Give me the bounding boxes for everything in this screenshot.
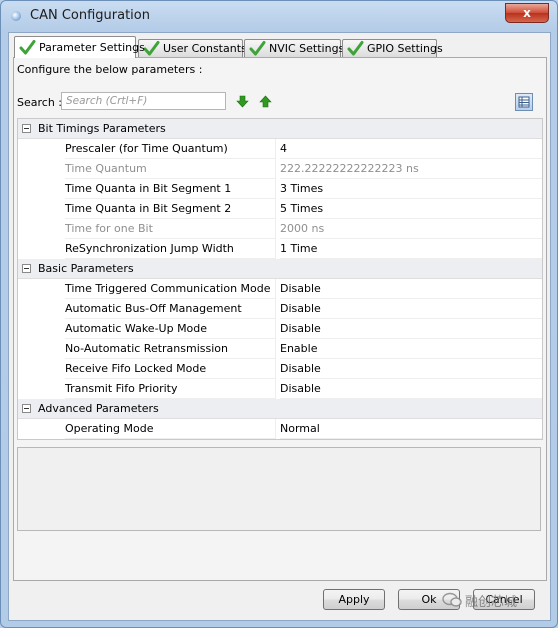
param-row[interactable]: Prescaler (for Time Quantum) 4 [18,139,542,159]
param-row[interactable]: Receive Fifo Locked Mode Disable [18,359,542,379]
tab-label: NVIC Settings [269,42,345,55]
param-name: Receive Fifo Locked Mode [65,359,276,379]
can-configuration-window: CAN Configuration x Parameter Settings U… [0,0,558,628]
search-label: Search : [17,96,62,109]
parameter-settings-panel: Configure the below parameters : Search … [13,57,547,581]
collapse-icon[interactable] [22,264,31,273]
param-name: Automatic Bus-Off Management [65,299,276,319]
chat-bubble-icon [442,592,462,607]
check-icon [347,41,364,56]
param-row[interactable]: Transmit Fifo Priority Disable [18,379,542,399]
param-row[interactable]: Operating Mode Normal [18,419,542,439]
tab-parameter-settings[interactable]: Parameter Settings [14,36,145,58]
close-icon: x [523,6,531,20]
param-name: Transmit Fifo Priority [65,379,276,399]
group-advanced-parameters[interactable]: Advanced Parameters [18,399,542,419]
tab-gpio-settings[interactable]: GPIO Settings [342,39,443,57]
show-table-toggle-button[interactable] [515,93,533,111]
group-label: Advanced Parameters [38,402,159,415]
search-input[interactable] [61,92,226,110]
table-view-icon [518,96,530,108]
param-row[interactable]: Time Quanta in Bit Segment 25 Times [18,199,542,219]
group-bit-timings-parameters[interactable]: Bit Timings Parameters [18,119,542,139]
param-name: Time for one Bit [65,219,276,239]
title-bar[interactable]: CAN Configuration x [1,1,557,31]
app-icon [11,11,21,21]
apply-button[interactable]: Apply [323,589,385,610]
param-value[interactable]: Disable [280,319,542,339]
check-icon [19,40,36,55]
tab-label: User Constants [163,42,247,55]
param-value[interactable]: Disable [280,379,542,399]
check-icon [249,41,266,56]
param-value[interactable]: 4 [280,139,542,159]
close-button[interactable]: x [505,3,549,23]
window-title: CAN Configuration [30,8,150,23]
param-row: Time Quantum 222.22222222222223 ns [18,159,542,179]
tab-user-constants[interactable]: User Constants [138,39,247,57]
check-icon [143,41,160,56]
tab-label: Parameter Settings [39,41,145,54]
param-value[interactable]: 5 Times [280,199,542,219]
param-value[interactable]: Enable [280,339,542,359]
param-value[interactable]: Disable [280,359,542,379]
collapse-icon[interactable] [22,124,31,133]
collapse-icon[interactable] [22,404,31,413]
tab-nvic-settings[interactable]: NVIC Settings [244,39,345,57]
param-value: 222.22222222222223 ns [280,159,542,179]
search-next-arrow-down-icon[interactable] [236,95,249,108]
group-label: Bit Timings Parameters [38,122,166,135]
group-label: Basic Parameters [38,262,134,275]
param-row[interactable]: Automatic Wake-Up Mode Disable [18,319,542,339]
group-basic-parameters[interactable]: Basic Parameters [18,259,542,279]
param-name: Prescaler (for Time Quantum) [65,139,276,159]
watermark: 融创芯城 [442,588,517,612]
param-row: Time for one Bit 2000 ns [18,219,542,239]
param-value[interactable]: 1 Time [280,239,542,259]
param-row[interactable]: Time Quanta in Bit Segment 13 Times [18,179,542,199]
param-row[interactable]: Time Triggered Communication Mode Disable [18,279,542,299]
param-value[interactable]: 3 Times [280,179,542,199]
search-previous-arrow-up-icon[interactable] [259,95,272,108]
param-name: Time Quantum [65,159,276,179]
param-name: Automatic Wake-Up Mode [65,319,276,339]
description-pane [17,447,541,531]
param-name: Operating Mode [65,419,276,439]
param-value[interactable]: Disable [280,299,542,319]
param-name: ReSynchronization Jump Width [65,239,276,259]
param-name: Time Quanta in Bit Segment 1 [65,179,276,199]
param-value: 2000 ns [280,219,542,239]
param-name: No-Automatic Retransmission [65,339,276,359]
param-row[interactable]: ReSynchronization Jump Width 1 Time [18,239,542,259]
watermark-text: 融创芯城 [465,594,518,610]
param-row[interactable]: No-Automatic Retransmission Enable [18,339,542,359]
tab-label: GPIO Settings [367,42,443,55]
configure-instructions: Configure the below parameters : [17,63,203,76]
param-name: Time Triggered Communication Mode [65,279,276,299]
dialog-client-area: Parameter Settings User Constants NVIC S… [8,32,551,621]
param-value[interactable]: Normal [280,419,542,439]
param-row[interactable]: Automatic Bus-Off Management Disable [18,299,542,319]
parameter-tree-table: Bit Timings Parameters Prescaler (for Ti… [17,118,543,440]
param-name: Time Quanta in Bit Segment 2 [65,199,276,219]
param-value[interactable]: Disable [280,279,542,299]
